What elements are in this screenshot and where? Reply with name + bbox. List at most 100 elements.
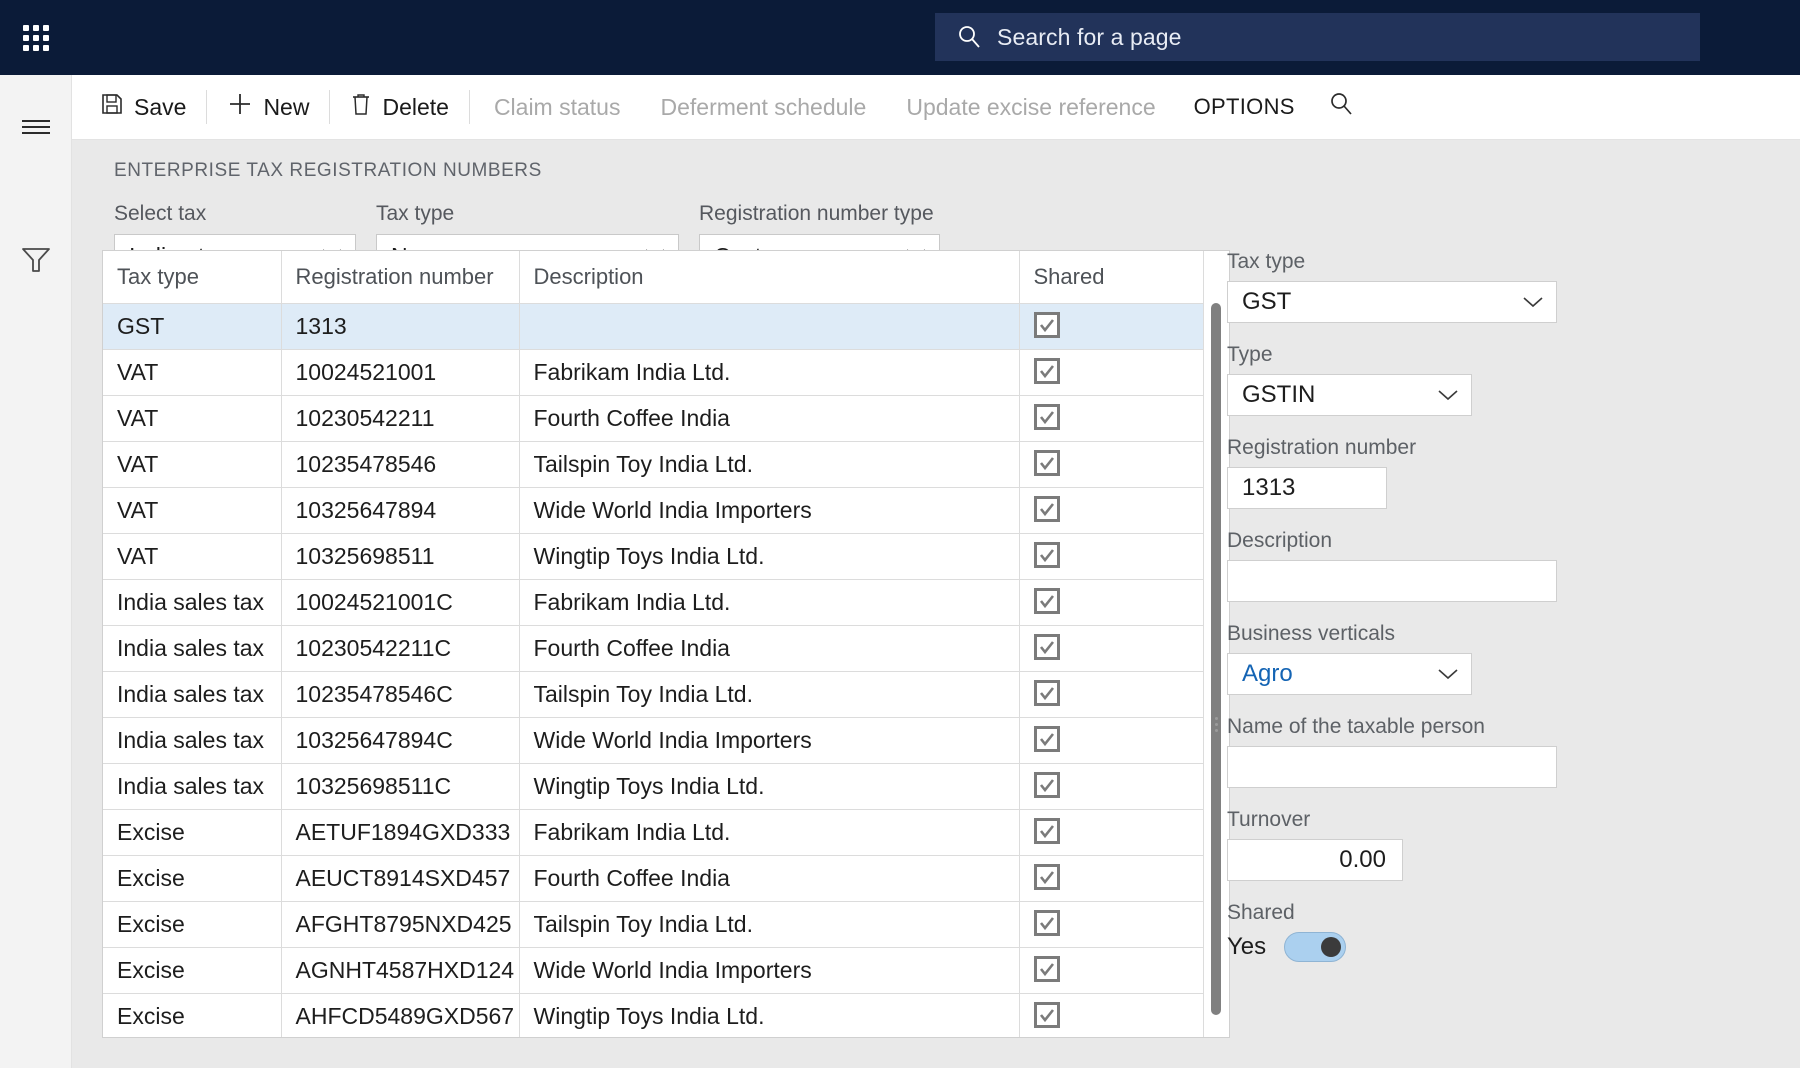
- column-header-tax-type[interactable]: Tax type: [103, 251, 282, 304]
- cell-shared[interactable]: [1019, 395, 1204, 442]
- cell-registration-number[interactable]: AHFCD5489GXD567: [281, 993, 520, 1037]
- cell-registration-number[interactable]: 10325647894: [281, 487, 520, 534]
- cell-registration-number[interactable]: 10235478546: [281, 441, 520, 488]
- shared-checkbox[interactable]: [1033, 772, 1060, 798]
- hamburger-menu-icon[interactable]: [0, 95, 72, 159]
- cell-shared[interactable]: [1019, 487, 1204, 534]
- shared-checkbox[interactable]: [1033, 864, 1060, 890]
- new-button[interactable]: New: [211, 85, 325, 129]
- column-header-shared[interactable]: Shared: [1019, 251, 1204, 304]
- cell-registration-number[interactable]: 10230542211: [281, 395, 520, 442]
- cell-tax-type[interactable]: Excise: [103, 947, 282, 994]
- cell-registration-number[interactable]: 10024521001C: [281, 579, 520, 626]
- cell-registration-number[interactable]: 10235478546C: [281, 671, 520, 718]
- cell-description[interactable]: Tailspin Toy India Ltd.: [519, 441, 1020, 488]
- options-tab[interactable]: OPTIONS: [1176, 85, 1313, 129]
- cell-registration-number[interactable]: AETUF1894GXD333: [281, 809, 520, 856]
- cell-description[interactable]: Wingtip Toys India Ltd.: [519, 533, 1020, 580]
- table-row[interactable]: India sales tax 10024521001C Fabrikam Indi…: [103, 579, 1204, 626]
- cell-description[interactable]: Wide World India Importers: [519, 487, 1020, 534]
- cell-tax-type[interactable]: Excise: [103, 809, 282, 856]
- cell-description[interactable]: Fabrikam India Ltd.: [519, 349, 1020, 396]
- cell-description[interactable]: Wingtip Toys India Ltd.: [519, 993, 1020, 1037]
- cell-registration-number[interactable]: 10024521001: [281, 349, 520, 396]
- shared-checkbox[interactable]: [1033, 956, 1060, 982]
- cell-registration-number[interactable]: AEUCT8914SXD457: [281, 855, 520, 902]
- cell-shared[interactable]: [1019, 993, 1204, 1037]
- detail-turnover-input[interactable]: 0.00: [1227, 839, 1403, 881]
- cell-shared[interactable]: [1019, 533, 1204, 580]
- cell-registration-number[interactable]: 10325698511: [281, 533, 520, 580]
- shared-checkbox[interactable]: [1033, 818, 1060, 844]
- cell-description[interactable]: Wide World India Importers: [519, 717, 1020, 764]
- shared-checkbox[interactable]: [1033, 1002, 1060, 1028]
- shared-checkbox[interactable]: [1033, 588, 1060, 614]
- cell-tax-type[interactable]: India sales tax: [103, 717, 282, 764]
- cell-registration-number[interactable]: 10325647894C: [281, 717, 520, 764]
- claim-status-button[interactable]: Claim status: [474, 85, 641, 129]
- cell-shared[interactable]: [1019, 855, 1204, 902]
- cell-registration-number[interactable]: 1313: [281, 303, 520, 350]
- cell-tax-type[interactable]: Excise: [103, 993, 282, 1037]
- cell-shared[interactable]: [1019, 441, 1204, 488]
- cell-shared[interactable]: [1019, 625, 1204, 672]
- shared-checkbox[interactable]: [1033, 358, 1060, 384]
- table-row[interactable]: Excise AHFCD5489GXD567 Wingtip Toys India …: [103, 993, 1204, 1037]
- table-row[interactable]: VAT 10235478546 Tailspin Toy India Ltd.: [103, 441, 1204, 488]
- shared-checkbox[interactable]: [1033, 542, 1060, 568]
- detail-tax-type-dropdown[interactable]: GST: [1227, 281, 1557, 323]
- cell-shared[interactable]: [1019, 901, 1204, 948]
- table-row[interactable]: Excise AGNHT4587HXD124 Wide World India Im…: [103, 947, 1204, 994]
- cell-shared[interactable]: [1019, 303, 1204, 350]
- cell-description[interactable]: Fabrikam India Ltd.: [519, 579, 1020, 626]
- shared-checkbox[interactable]: [1033, 634, 1060, 660]
- cell-description[interactable]: Fourth Coffee India: [519, 625, 1020, 672]
- save-button[interactable]: Save: [84, 85, 202, 129]
- cell-shared[interactable]: [1019, 579, 1204, 626]
- detail-business-verticals-dropdown[interactable]: Agro: [1227, 653, 1472, 695]
- cell-tax-type[interactable]: VAT: [103, 395, 282, 442]
- shared-checkbox[interactable]: [1033, 680, 1060, 706]
- cell-tax-type[interactable]: GST: [103, 303, 282, 350]
- cell-description[interactable]: Tailspin Toy India Ltd.: [519, 901, 1020, 948]
- app-launcher-icon[interactable]: [16, 18, 56, 58]
- cell-tax-type[interactable]: India sales tax: [103, 579, 282, 626]
- cell-description[interactable]: Wingtip Toys India Ltd.: [519, 763, 1020, 810]
- table-row[interactable]: India sales tax 10235478546C Tailspin Toy …: [103, 671, 1204, 718]
- table-row[interactable]: Excise AETUF1894GXD333 Fabrikam India Ltd.: [103, 809, 1204, 856]
- table-row[interactable]: VAT 10325698511 Wingtip Toys India Ltd.: [103, 533, 1204, 580]
- detail-description-input[interactable]: [1227, 560, 1557, 602]
- table-row[interactable]: Excise AFGHT8795NXD425 Tailspin Toy India …: [103, 901, 1204, 948]
- shared-checkbox[interactable]: [1033, 404, 1060, 430]
- cell-tax-type[interactable]: VAT: [103, 441, 282, 488]
- shared-checkbox[interactable]: [1033, 450, 1060, 476]
- shared-checkbox[interactable]: [1033, 496, 1060, 522]
- cell-registration-number[interactable]: 10325698511C: [281, 763, 520, 810]
- cell-shared[interactable]: [1019, 349, 1204, 396]
- cell-tax-type[interactable]: India sales tax: [103, 763, 282, 810]
- cell-description[interactable]: Fabrikam India Ltd.: [519, 809, 1020, 856]
- table-row[interactable]: VAT 10024521001 Fabrikam India Ltd.: [103, 349, 1204, 396]
- table-row[interactable]: GST 1313: [103, 303, 1204, 350]
- shared-checkbox[interactable]: [1033, 312, 1060, 338]
- cell-description[interactable]: [519, 303, 1020, 350]
- column-header-registration-number[interactable]: Registration number: [281, 251, 520, 304]
- shared-checkbox[interactable]: [1033, 726, 1060, 752]
- detail-taxable-person-name-input[interactable]: [1227, 746, 1557, 788]
- cell-description[interactable]: Fourth Coffee India: [519, 855, 1020, 902]
- cell-description[interactable]: Tailspin Toy India Ltd.: [519, 671, 1020, 718]
- detail-shared-toggle[interactable]: [1284, 932, 1347, 962]
- table-row[interactable]: India sales tax 10325647894C Wide World In…: [103, 717, 1204, 764]
- cell-registration-number[interactable]: AGNHT4587HXD124: [281, 947, 520, 994]
- cell-shared[interactable]: [1019, 717, 1204, 764]
- table-row[interactable]: VAT 10325647894 Wide World India Importers: [103, 487, 1204, 534]
- cell-shared[interactable]: [1019, 763, 1204, 810]
- detail-registration-number-input[interactable]: 1313: [1227, 467, 1387, 509]
- detail-type-dropdown[interactable]: GSTIN: [1227, 374, 1472, 416]
- column-header-description[interactable]: Description: [519, 251, 1020, 304]
- table-row[interactable]: India sales tax 10230542211C Fourth Coffee…: [103, 625, 1204, 672]
- cell-tax-type[interactable]: VAT: [103, 533, 282, 580]
- table-row[interactable]: Excise AEUCT8914SXD457 Fourth Coffee India: [103, 855, 1204, 902]
- cell-registration-number[interactable]: 10230542211C: [281, 625, 520, 672]
- drag-handle-icon[interactable]: [1215, 717, 1218, 732]
